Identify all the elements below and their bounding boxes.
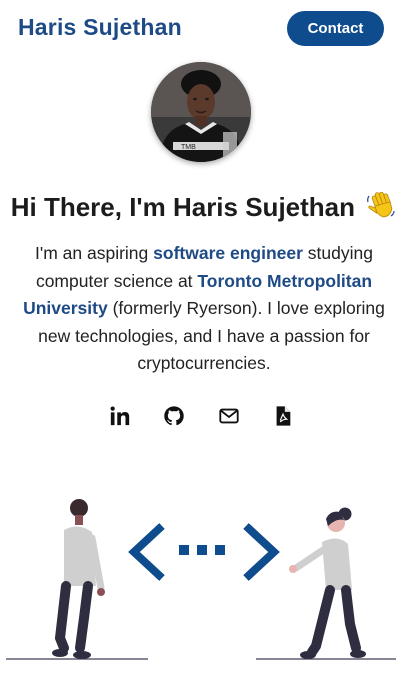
bio-highlight-role: software engineer — [153, 243, 303, 263]
collaboration-illustration — [0, 498, 407, 668]
bio-text-1: I'm an aspiring — [35, 243, 154, 263]
social-links — [0, 403, 407, 431]
brand-name[interactable]: Haris Sujethan — [18, 14, 182, 41]
github-icon[interactable] — [161, 403, 187, 429]
code-brackets-graphic — [128, 523, 280, 581]
contact-button[interactable]: Contact — [287, 11, 384, 46]
person-left-figure — [52, 499, 105, 659]
avatar: TMB — [151, 62, 251, 162]
person-right-figure — [289, 507, 366, 659]
pdf-resume-icon[interactable] — [270, 403, 296, 429]
greeting-text: Hi There, I'm Haris Sujethan — [10, 192, 356, 222]
mail-icon[interactable] — [216, 403, 242, 429]
linkedin-icon[interactable] — [107, 403, 133, 429]
waving-hand-icon — [366, 190, 396, 227]
navbar: Haris Sujethan Contact — [0, 0, 407, 60]
svg-text:TMB: TMB — [181, 144, 196, 151]
hero-greeting: Hi There, I'm Haris Sujethan — [0, 190, 407, 227]
bio-paragraph: I'm an aspiring software engineer studyi… — [18, 240, 390, 378]
